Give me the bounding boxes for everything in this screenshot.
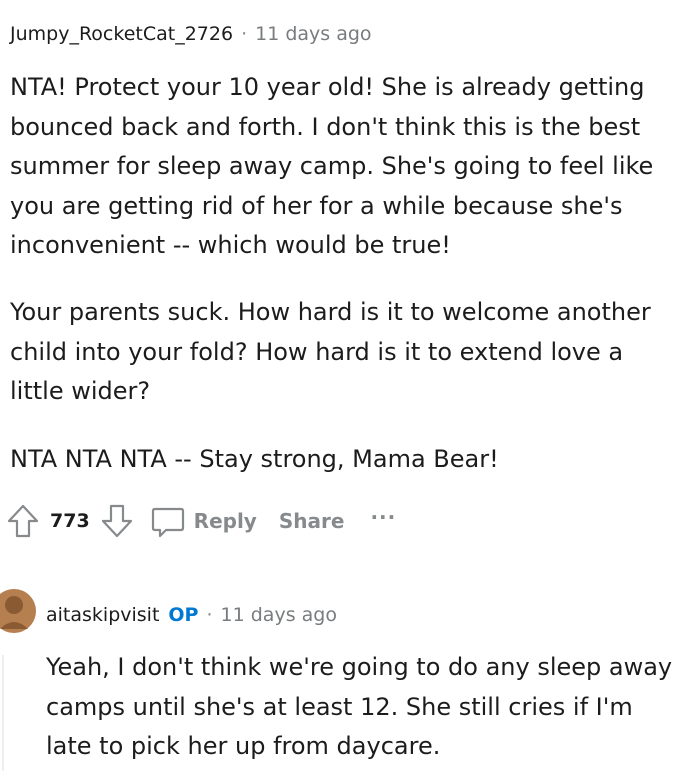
comment-paragraph: Your parents suck. How hard is it to wel…	[10, 298, 651, 405]
downvote-arrow-icon[interactable]	[100, 503, 134, 539]
thread-indent-line[interactable]	[2, 655, 4, 771]
more-options-button[interactable]: ···	[370, 505, 396, 529]
comment-paragraph: NTA NTA NTA -- Stay strong, Mama Bear!	[10, 445, 499, 473]
comment-bubble-icon[interactable]	[150, 503, 186, 539]
upvote-arrow-icon[interactable]	[6, 503, 40, 539]
comment-timestamp[interactable]: 11 days ago	[221, 604, 337, 626]
vote-count: 773	[50, 510, 90, 532]
comment-action-bar: 773 Reply Share ···	[6, 503, 396, 539]
comment-paragraph: Yeah, I don't think we're going to do an…	[46, 653, 673, 760]
comment-author[interactable]: aitaskipvisit	[46, 604, 159, 626]
op-badge: OP	[168, 604, 199, 626]
meta-separator: ·	[241, 23, 248, 45]
meta-separator: ·	[206, 604, 213, 626]
comment-author[interactable]: Jumpy_RocketCat_2726	[10, 23, 233, 45]
share-button[interactable]: Share	[279, 509, 345, 533]
reply-button[interactable]: Reply	[194, 509, 257, 533]
comment-meta: aitaskipvisit OP · 11 days ago	[46, 604, 337, 626]
user-avatar[interactable]	[0, 585, 36, 637]
comment-meta: Jumpy_RocketCat_2726 · 11 days ago	[10, 23, 372, 45]
comment-paragraph: NTA! Protect your 10 year old! She is al…	[10, 73, 654, 259]
comment-timestamp[interactable]: 11 days ago	[255, 23, 371, 45]
